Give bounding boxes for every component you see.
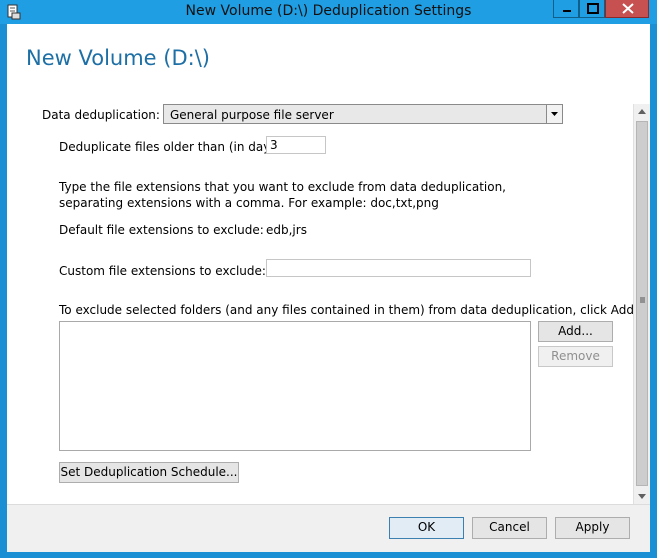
- page-title: New Volume (D:\): [26, 46, 210, 70]
- dedup-age-label: Deduplicate files older than (in days):: [59, 140, 286, 154]
- dedup-mode-value: General purpose file server: [170, 108, 334, 122]
- add-folder-button[interactable]: Add...: [538, 321, 613, 342]
- apply-button[interactable]: Apply: [555, 517, 630, 539]
- custom-ext-input[interactable]: [266, 259, 531, 277]
- dialog-footer: OK Cancel Apply: [7, 504, 650, 552]
- dedup-mode-select[interactable]: General purpose file server: [163, 104, 563, 124]
- scroll-down-icon[interactable]: [634, 488, 650, 504]
- close-icon: [622, 3, 634, 14]
- dedup-age-input[interactable]: [266, 136, 326, 154]
- folders-instruction: To exclude selected folders (and any fil…: [59, 303, 638, 317]
- scroll-up-icon[interactable]: [634, 104, 650, 120]
- ok-button[interactable]: OK: [389, 517, 464, 539]
- excluded-folders-list[interactable]: [59, 321, 531, 451]
- exclude-instructions: Type the file extensions that you want t…: [59, 180, 506, 210]
- minimize-icon: [563, 10, 571, 12]
- vertical-scrollbar[interactable]: [633, 104, 650, 504]
- grip-icon: [640, 297, 645, 303]
- maximize-button[interactable]: [579, 0, 605, 18]
- minimize-button[interactable]: [553, 0, 579, 18]
- dedup-mode-label: Data deduplication:: [42, 108, 160, 122]
- remove-folder-button[interactable]: Remove: [538, 346, 613, 367]
- cancel-button[interactable]: Cancel: [472, 517, 547, 539]
- scrollbar-thumb[interactable]: [636, 121, 648, 486]
- chevron-down-icon[interactable]: [546, 105, 562, 123]
- title-bar[interactable]: New Volume (D:\) Deduplication Settings: [0, 0, 657, 24]
- default-ext-label: Default file extensions to exclude:: [59, 223, 264, 237]
- default-ext-value: edb,jrs: [266, 223, 307, 237]
- set-schedule-button[interactable]: Set Deduplication Schedule...: [59, 462, 239, 483]
- close-button[interactable]: [605, 0, 649, 18]
- maximize-icon: [587, 3, 599, 14]
- custom-ext-label: Custom file extensions to exclude:: [59, 264, 266, 278]
- dialog-client-area: New Volume (D:\) Data deduplication: Gen…: [7, 24, 650, 552]
